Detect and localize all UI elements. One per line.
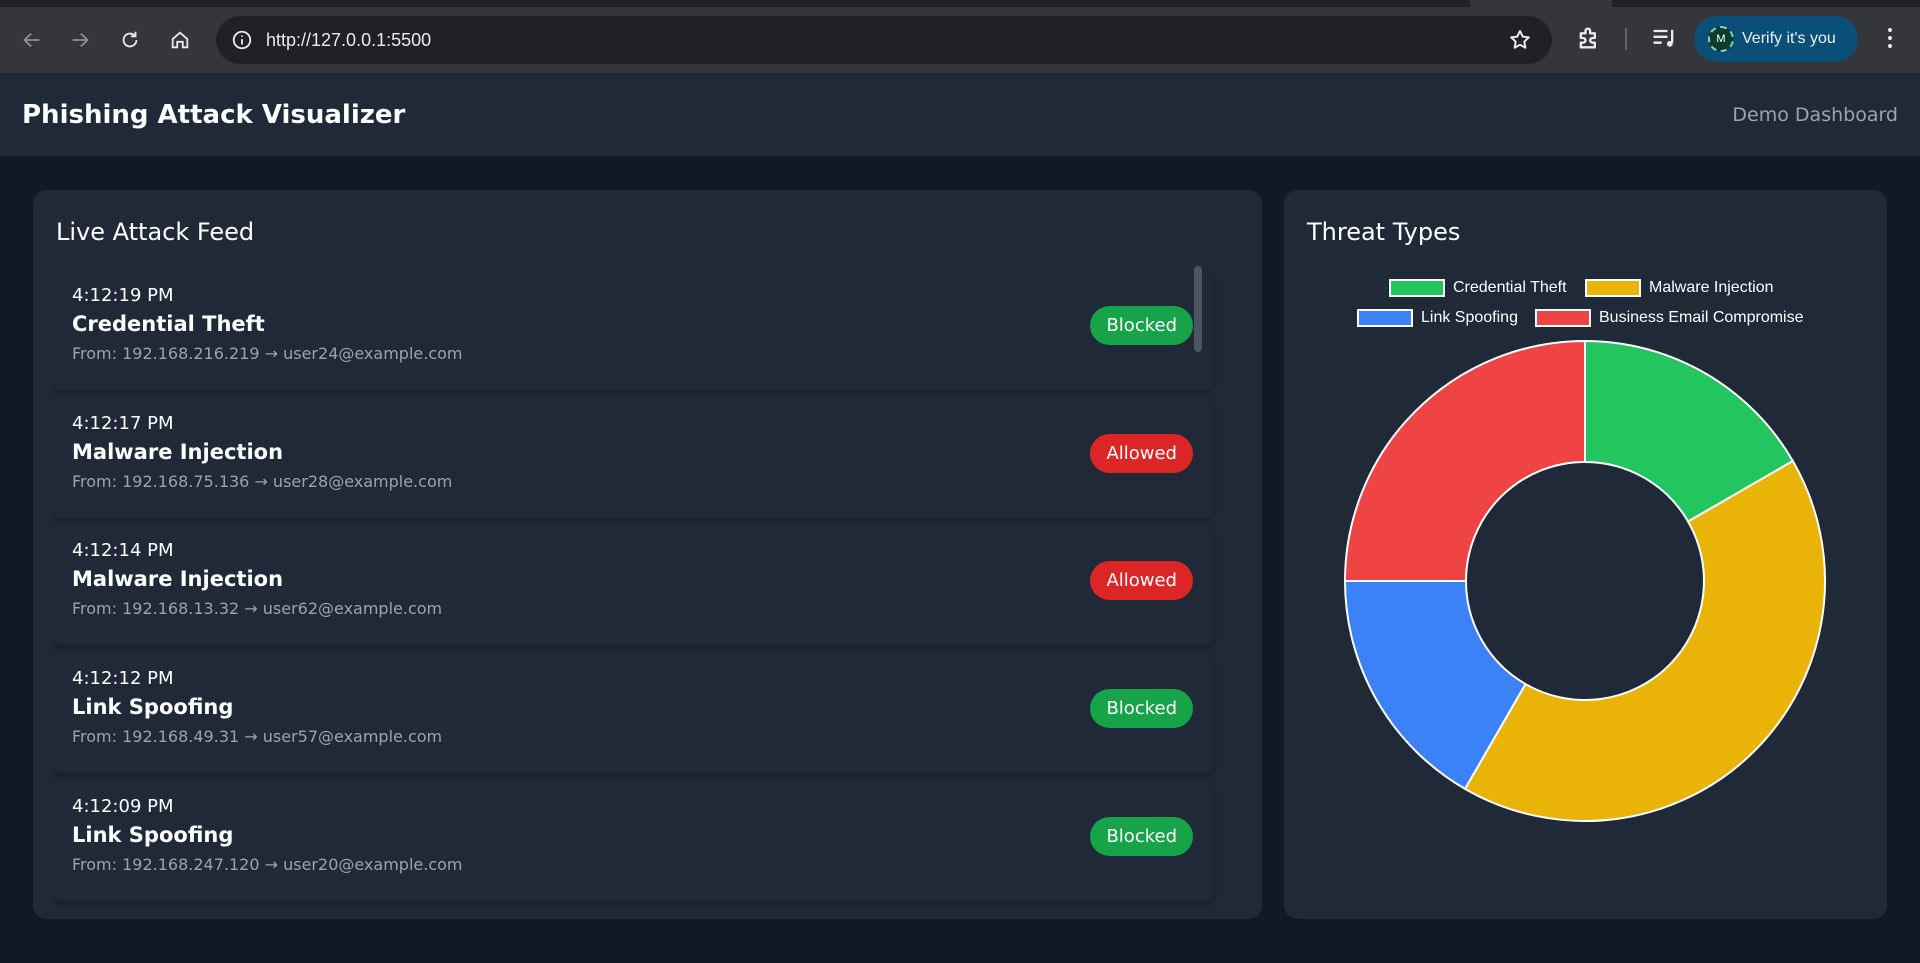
legend-swatch xyxy=(1585,279,1641,297)
donut-slice-malware-injection[interactable] xyxy=(1463,459,1826,822)
panel-title: Live Attack Feed xyxy=(56,218,255,246)
feed-scrollbar[interactable] xyxy=(1194,266,1202,352)
legend-item-business-email-compromise[interactable]: Business Email Compromise xyxy=(1535,308,1804,328)
item-source: From: 192.168.13.32 → user62@example.com xyxy=(72,599,443,618)
donut-slice-business-email-compromise[interactable] xyxy=(1343,339,1586,582)
forward-button[interactable] xyxy=(60,20,100,60)
list-item[interactable]: 4:12:14 PM Malware Injection From: 192.1… xyxy=(53,525,1213,645)
item-time: 4:12:19 PM xyxy=(72,285,174,306)
feed-list[interactable]: 4:12:19 PM Credential Theft From: 192.16… xyxy=(53,270,1254,908)
status-badge: Blocked xyxy=(1090,306,1193,345)
item-threat-type: Malware Injection xyxy=(72,567,284,591)
legend-item-credential-theft[interactable]: Credential Theft xyxy=(1389,278,1567,298)
profile-verify-button[interactable]: M Verify it's you xyxy=(1694,16,1858,62)
reload-button[interactable] xyxy=(110,20,150,60)
verify-label: Verify it's you xyxy=(1742,30,1836,47)
home-icon xyxy=(171,31,189,49)
legend-swatch xyxy=(1357,309,1413,327)
legend-item-malware-injection[interactable]: Malware Injection xyxy=(1585,278,1774,298)
panel-title: Threat Types xyxy=(1307,218,1461,246)
list-item[interactable]: 4:12:17 PM Malware Injection From: 192.1… xyxy=(53,398,1213,518)
legend-item-link-spoofing[interactable]: Link Spoofing xyxy=(1357,308,1518,328)
item-source: From: 192.168.49.31 → user57@example.com xyxy=(72,727,443,746)
item-time: 4:12:17 PM xyxy=(72,413,174,434)
legend-label: Malware Injection xyxy=(1649,279,1774,296)
media-controls-icon[interactable] xyxy=(1650,24,1678,52)
item-threat-type: Link Spoofing xyxy=(72,695,234,719)
item-source: From: 192.168.216.219 → user24@example.c… xyxy=(72,344,463,363)
menu-icon[interactable] xyxy=(1876,24,1904,52)
item-time: 4:12:14 PM xyxy=(72,540,174,561)
site-info-icon xyxy=(232,30,252,50)
forward-icon xyxy=(72,32,89,48)
back-button[interactable] xyxy=(12,20,52,60)
address-bar[interactable]: http://127.0.0.1:5500 xyxy=(216,16,1552,64)
list-item[interactable]: 4:12:09 PM Link Spoofing From: 192.168.2… xyxy=(53,781,1213,901)
status-badge: Blocked xyxy=(1090,689,1193,728)
live-attack-feed-panel: Live Attack Feed 4:12:19 PM Credential T… xyxy=(33,190,1262,919)
reload-icon xyxy=(122,31,138,48)
item-source: From: 192.168.75.136 → user28@example.co… xyxy=(72,472,453,491)
item-threat-type: Malware Injection xyxy=(72,440,284,464)
list-item[interactable]: 4:12:19 PM Credential Theft From: 192.16… xyxy=(53,270,1213,390)
page-subtitle: Demo Dashboard xyxy=(1732,104,1898,126)
avatar: M xyxy=(1708,26,1734,52)
threat-types-donut-chart[interactable] xyxy=(1340,336,1830,826)
home-button[interactable] xyxy=(160,20,200,60)
item-time: 4:12:12 PM xyxy=(72,668,174,689)
extensions-icon[interactable] xyxy=(1575,24,1603,52)
tab-strip xyxy=(0,0,1470,7)
tab-strip-right xyxy=(1612,0,1920,7)
site-info-button[interactable] xyxy=(226,24,258,56)
legend-label: Business Email Compromise xyxy=(1599,309,1804,326)
legend-label: Link Spoofing xyxy=(1421,309,1518,326)
legend-swatch xyxy=(1389,279,1445,297)
item-threat-type: Link Spoofing xyxy=(72,823,234,847)
browser-toolbar: http://127.0.0.1:5500 M Verify it's you xyxy=(0,0,1920,72)
legend-swatch xyxy=(1535,309,1591,327)
page-title: Phishing Attack Visualizer xyxy=(22,100,406,130)
status-badge: Allowed xyxy=(1090,434,1193,473)
status-badge: Blocked xyxy=(1090,817,1193,856)
bookmark-star-icon[interactable] xyxy=(1508,28,1532,52)
list-item[interactable]: 4:12:12 PM Link Spoofing From: 192.168.4… xyxy=(53,653,1213,773)
toolbar-divider xyxy=(1625,28,1627,50)
item-source: From: 192.168.247.120 → user20@example.c… xyxy=(72,855,463,874)
back-icon xyxy=(23,32,40,48)
item-time: 4:12:09 PM xyxy=(72,796,174,817)
url-text[interactable]: http://127.0.0.1:5500 xyxy=(266,16,431,64)
legend-label: Credential Theft xyxy=(1453,279,1567,296)
app-header: Phishing Attack Visualizer Demo Dashboar… xyxy=(0,72,1920,156)
item-threat-type: Credential Theft xyxy=(72,312,265,336)
status-badge: Allowed xyxy=(1090,561,1193,600)
